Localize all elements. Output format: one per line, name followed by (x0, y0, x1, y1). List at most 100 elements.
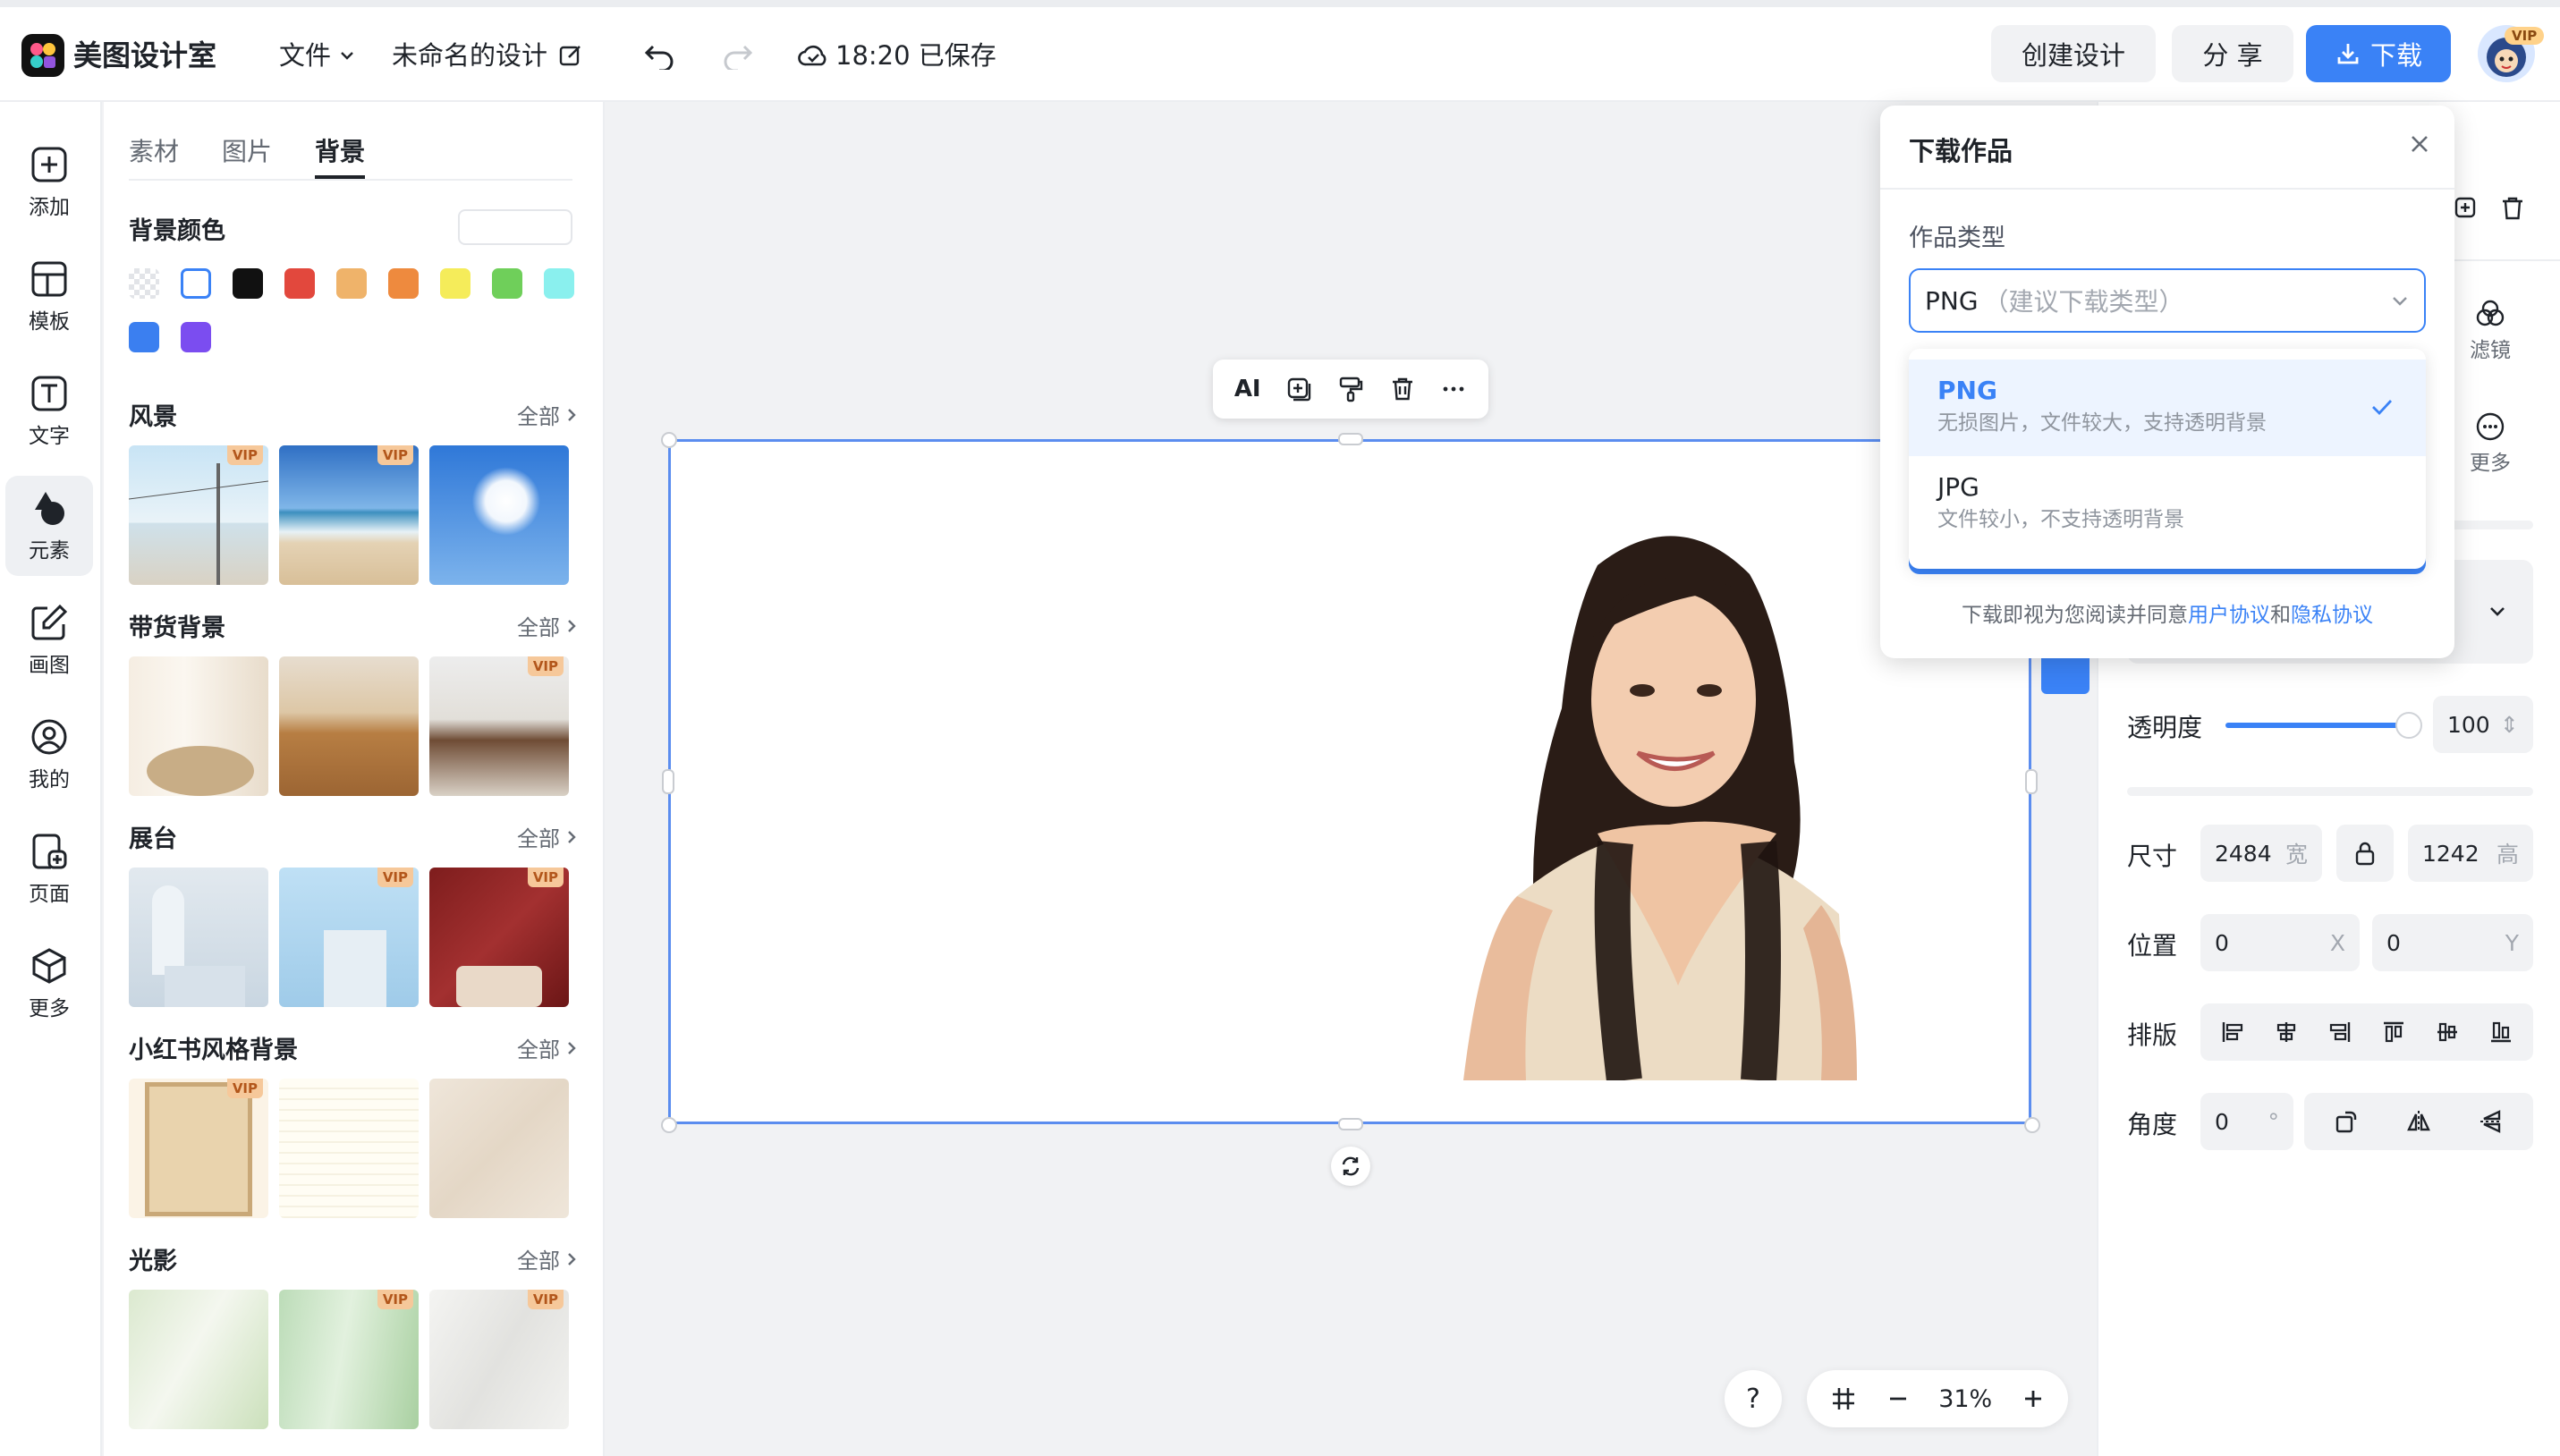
app-name[interactable]: 美图设计室 (73, 38, 216, 73)
rotate-button[interactable] (1331, 1147, 1370, 1186)
nav-template[interactable]: 模板 (5, 247, 93, 347)
align-center-v-icon[interactable] (2435, 1020, 2460, 1045)
delete-icon[interactable] (1389, 376, 1416, 402)
color-swatch[interactable] (388, 268, 419, 299)
thumb-commerce-1[interactable] (129, 656, 268, 796)
share-button[interactable]: 分 享 (2172, 25, 2293, 82)
thumb-xhs-2[interactable] (279, 1079, 419, 1218)
thumb-scenery-2[interactable]: VIP (279, 445, 419, 585)
file-menu[interactable]: 文件 (279, 38, 356, 73)
opacity-slider-thumb[interactable] (2395, 712, 2422, 739)
download-button[interactable]: 下载 (2306, 25, 2451, 82)
rotate-90-icon[interactable] (2333, 1108, 2360, 1135)
tab-background[interactable]: 背景 (315, 132, 365, 168)
thumb-xhs-3[interactable] (429, 1079, 569, 1218)
resize-handle-bottom[interactable] (1338, 1118, 1363, 1130)
tab-images[interactable]: 图片 (222, 132, 272, 168)
thumb-scenery-3[interactable] (429, 445, 569, 585)
resize-handle-br[interactable] (2024, 1117, 2040, 1133)
privacy-policy-link[interactable]: 隐私协议 (2291, 604, 2373, 627)
format-painter-icon[interactable] (1337, 376, 1364, 402)
align-left-icon[interactable] (2220, 1020, 2245, 1045)
color-swatch[interactable] (440, 268, 470, 299)
create-design-button[interactable]: 创建设计 (1991, 25, 2156, 82)
portrait-image[interactable] (1463, 512, 1875, 1080)
nav-mine[interactable]: 我的 (5, 705, 93, 805)
section-all-xhs[interactable]: 全部 (517, 1032, 578, 1063)
resize-handle-bl[interactable] (661, 1117, 677, 1133)
nav-elements[interactable]: 元素 (5, 476, 93, 576)
more-icon[interactable] (1440, 376, 1467, 402)
x-input[interactable]: 0 X (2200, 914, 2360, 971)
nav-add[interactable]: 添加 (5, 132, 93, 233)
color-swatch[interactable] (181, 268, 211, 299)
color-swatch[interactable] (544, 268, 574, 299)
width-input[interactable]: 2484 宽 (2200, 825, 2322, 882)
thumb-commerce-2[interactable] (279, 656, 419, 796)
align-top-icon[interactable] (2381, 1020, 2406, 1045)
resize-handle-right[interactable] (2025, 769, 2038, 794)
nav-draw[interactable]: 画图 (5, 590, 93, 690)
thumb-light-3[interactable]: VIP (429, 1290, 569, 1429)
zoom-level[interactable]: 31% (1938, 1385, 1992, 1413)
thumb-commerce-3[interactable]: VIP (429, 656, 569, 796)
height-input[interactable]: 1242 高 (2408, 825, 2533, 882)
nav-more[interactable]: 更多 (5, 934, 93, 1034)
color-swatch[interactable] (181, 322, 211, 352)
doc-title[interactable]: 未命名的设计 (392, 38, 583, 73)
more-button[interactable]: 更多 (2458, 411, 2522, 476)
flip-vertical-icon[interactable] (2478, 1108, 2505, 1135)
duplicate-icon[interactable] (2453, 195, 2479, 222)
resize-handle-tl[interactable] (661, 432, 677, 448)
redo-button[interactable] (721, 41, 753, 70)
flip-horizontal-icon[interactable] (2405, 1108, 2432, 1135)
undo-button[interactable] (644, 41, 676, 70)
resize-handle-left[interactable] (662, 769, 674, 794)
filter-button[interactable]: 滤镜 (2458, 299, 2522, 363)
nav-page[interactable]: 页面 (5, 819, 93, 919)
user-agreement-link[interactable]: 用户协议 (2188, 604, 2270, 627)
color-input[interactable] (458, 209, 572, 245)
edit-title-icon[interactable] (558, 43, 583, 68)
file-type-select[interactable]: PNG （建议下载类型） (1909, 268, 2426, 333)
zoom-out-icon[interactable] (1886, 1387, 1910, 1410)
nav-text[interactable]: 文字 (5, 361, 93, 461)
color-swatch[interactable] (492, 268, 522, 299)
thumb-stage-1[interactable] (129, 868, 268, 1007)
y-input[interactable]: 0 Y (2372, 914, 2533, 971)
duplicate-icon[interactable] (1285, 376, 1312, 402)
opacity-input[interactable]: 100 ⇕ (2433, 696, 2533, 753)
ai-button[interactable]: AI (1234, 376, 1261, 402)
align-bottom-icon[interactable] (2488, 1020, 2513, 1045)
thumb-xhs-1[interactable]: VIP (129, 1079, 268, 1218)
color-swatch[interactable] (233, 268, 263, 299)
zoom-in-icon[interactable] (2022, 1387, 2045, 1410)
trash-icon[interactable] (2499, 195, 2526, 222)
color-swatch[interactable] (129, 268, 159, 299)
align-center-h-icon[interactable] (2274, 1020, 2299, 1045)
angle-input[interactable]: 0 ° (2200, 1093, 2293, 1150)
color-swatch[interactable] (336, 268, 367, 299)
artboard[interactable] (668, 439, 2031, 1124)
section-all-scenery[interactable]: 全部 (517, 399, 578, 430)
option-jpg[interactable]: JPG 文件较小，不支持透明背景 (1909, 456, 2426, 553)
help-button[interactable]: ? (1725, 1370, 1782, 1427)
color-swatch[interactable] (284, 268, 315, 299)
align-right-icon[interactable] (2327, 1020, 2352, 1045)
thumb-stage-3[interactable]: VIP (429, 868, 569, 1007)
app-logo-icon[interactable] (21, 34, 64, 77)
stepper-icon[interactable]: ⇕ (2500, 712, 2519, 738)
tab-materials[interactable]: 素材 (129, 132, 179, 168)
grid-icon[interactable] (1830, 1385, 1857, 1412)
thumb-stage-2[interactable]: VIP (279, 868, 419, 1007)
section-all-light[interactable]: 全部 (517, 1243, 578, 1274)
resize-handle-top[interactable] (1338, 433, 1363, 445)
thumb-light-2[interactable]: VIP (279, 1290, 419, 1429)
thumb-scenery-1[interactable]: VIP (129, 445, 268, 585)
lock-ratio-button[interactable] (2336, 825, 2394, 882)
section-all-commerce[interactable]: 全部 (517, 610, 578, 641)
option-png[interactable]: PNG 无损图片，文件较大，支持透明背景 (1909, 360, 2426, 456)
section-all-stage[interactable]: 全部 (517, 821, 578, 852)
opacity-slider[interactable] (2225, 723, 2410, 728)
thumb-light-1[interactable] (129, 1290, 268, 1429)
